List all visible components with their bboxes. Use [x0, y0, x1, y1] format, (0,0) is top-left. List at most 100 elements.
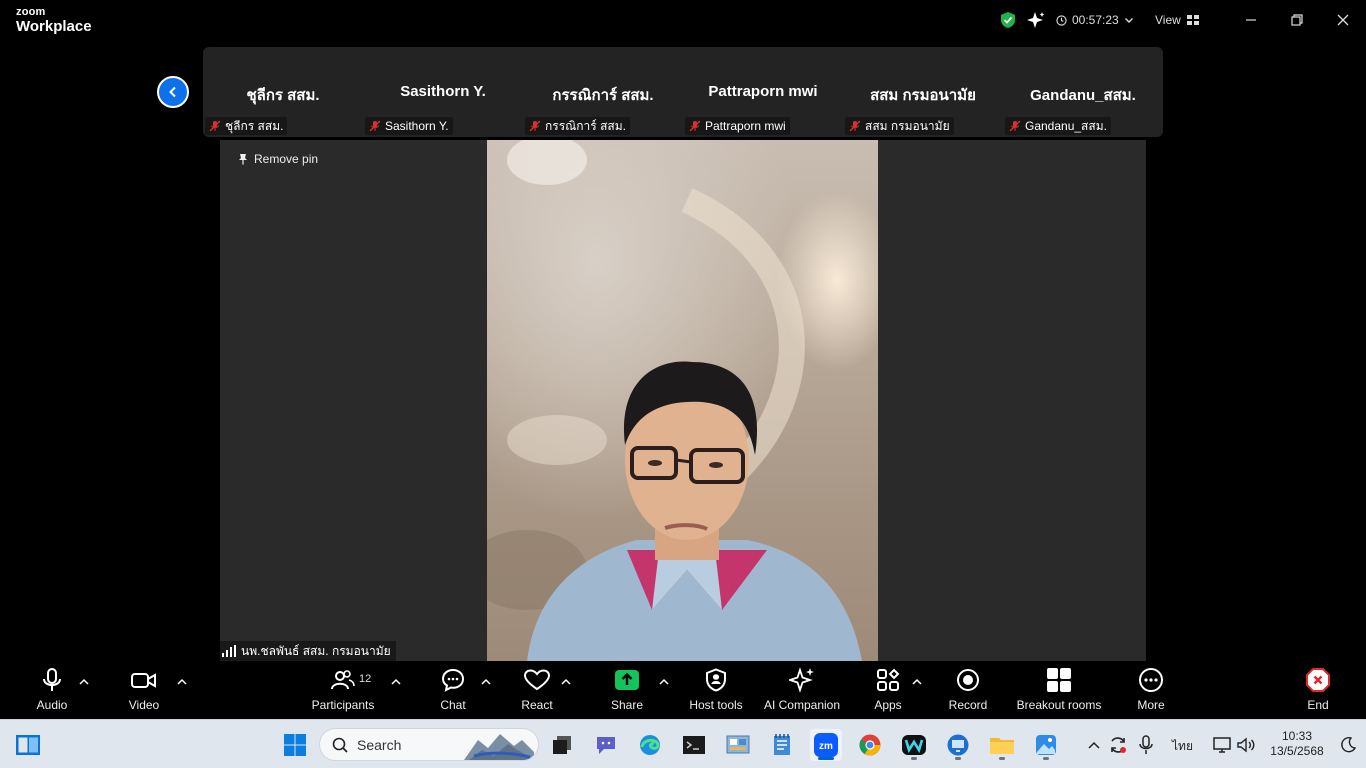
participants-count: 12: [359, 673, 372, 685]
react-options-caret[interactable]: [559, 675, 573, 689]
react-button[interactable]: React: [517, 661, 557, 719]
ai-companion-label: AI Companion: [763, 698, 841, 712]
participant-tile[interactable]: Pattraporn mwi Pattraporn mwi: [683, 47, 843, 137]
zoom-app-icon[interactable]: zm: [810, 729, 842, 761]
volume-icon[interactable]: [1230, 729, 1262, 761]
ai-sparkle-icon[interactable]: [1027, 0, 1045, 40]
react-label: React: [521, 698, 553, 712]
speaker-video-feed[interactable]: [487, 140, 878, 661]
audio-options-caret[interactable]: [77, 675, 91, 689]
close-window-button[interactable]: [1320, 0, 1366, 40]
edge-browser-icon[interactable]: [634, 729, 666, 761]
record-button[interactable]: Record: [948, 661, 988, 719]
tile-label-text: Sasithorn Y.: [385, 119, 449, 133]
remove-pin-button[interactable]: Remove pin: [238, 152, 318, 166]
close-icon: [1337, 14, 1349, 26]
chevron-up-icon: [912, 678, 922, 685]
pinned-video-stage: Remove pin นพ.ชลพันธ์ สสม. กรมอนามัย: [220, 140, 1146, 661]
gallery-back-button[interactable]: [157, 76, 189, 108]
tile-name-label: Gandanu_สสม.: [1005, 117, 1111, 135]
tile-display-name: กรรณิการ์ สสม.: [552, 87, 654, 104]
remote-running-indicator: [955, 757, 961, 760]
more-button[interactable]: More: [1131, 661, 1171, 719]
zoom-running-indicator: [818, 757, 834, 760]
view-button[interactable]: View: [1155, 0, 1199, 40]
clock-icon: [1056, 14, 1067, 26]
teams-chat-icon[interactable]: [590, 729, 622, 761]
audio-label: Audio: [36, 698, 68, 712]
terminal-icon[interactable]: [678, 729, 710, 761]
encryption-shield-icon[interactable]: [999, 0, 1017, 40]
task-view-icon[interactable]: [12, 729, 44, 761]
focus-moon-icon[interactable]: [1332, 729, 1364, 761]
participant-tile[interactable]: Sasithorn Y. Sasithorn Y.: [363, 47, 523, 137]
apps-label: Apps: [874, 698, 902, 712]
app-switcher-icon[interactable]: [546, 729, 578, 761]
participants-options-caret[interactable]: [389, 675, 403, 689]
meeting-toolbar: Audio Video Participants 12 Chat React S…: [0, 661, 1366, 719]
mic-muted-icon: [689, 120, 701, 132]
apps-options-caret[interactable]: [910, 675, 924, 689]
ai-companion-button[interactable]: AI Companion: [762, 661, 842, 719]
webex-running-indicator: [911, 757, 917, 760]
control-panel-icon[interactable]: [722, 729, 754, 761]
minimize-button[interactable]: [1228, 0, 1274, 40]
notepad-icon[interactable]: [766, 729, 798, 761]
meeting-timer[interactable]: 00:57:23: [1056, 0, 1134, 40]
pin-icon: [239, 154, 247, 165]
mic-muted-icon: [1009, 120, 1021, 132]
input-language[interactable]: ไทย: [1172, 737, 1193, 756]
chevron-up-icon: [79, 678, 89, 685]
photos-icon[interactable]: [1030, 729, 1062, 761]
apps-button[interactable]: Apps: [868, 661, 908, 719]
explorer-running-indicator: [999, 757, 1005, 760]
chat-bubble-icon: [441, 668, 465, 692]
zoom-logo: zoom Workplace: [16, 7, 92, 35]
host-tools-button[interactable]: Host tools: [686, 661, 746, 719]
participant-tile[interactable]: กรรณิการ์ สสม. กรรณิการ์ สสม.: [523, 47, 683, 137]
chevron-up-icon: [1088, 741, 1100, 749]
participant-tile[interactable]: Gandanu_สสม. Gandanu_สสม.: [1003, 47, 1163, 137]
mic-muted-icon: [209, 120, 221, 132]
audio-button[interactable]: Audio: [32, 661, 72, 719]
remote-desktop-icon[interactable]: [942, 729, 974, 761]
video-label: Video: [128, 698, 160, 712]
share-options-caret[interactable]: [657, 675, 671, 689]
chevron-up-icon: [177, 678, 187, 685]
view-label: View: [1155, 13, 1181, 27]
signal-strength-icon: [222, 645, 236, 657]
participant-tile[interactable]: สสม กรมอนามัย สสม กรมอนามัย: [843, 47, 1003, 137]
tile-label-text: Pattraporn mwi: [705, 119, 786, 133]
speaker-name: นพ.ชลพันธ์ สสม. กรมอนามัย: [241, 643, 391, 658]
microphone-in-use-icon[interactable]: [1130, 729, 1162, 761]
apps-icon: [877, 668, 900, 691]
participants-button[interactable]: Participants: [308, 661, 378, 719]
video-button[interactable]: Video: [124, 661, 164, 719]
search-placeholder: Search: [357, 736, 402, 753]
chevron-down-icon: [1124, 18, 1133, 23]
webex-icon[interactable]: [898, 729, 930, 761]
video-options-caret[interactable]: [175, 675, 189, 689]
taskbar-search-box[interactable]: Search: [319, 728, 539, 761]
tile-label-text: กรรณิการ์ สสม.: [545, 118, 626, 133]
chrome-browser-icon[interactable]: [854, 729, 886, 761]
restore-button[interactable]: [1274, 0, 1320, 40]
tile-display-name: ชุลีกร สสม.: [246, 87, 320, 104]
restore-icon: [1291, 14, 1303, 26]
participants-label: Participants: [311, 698, 375, 712]
clock-time: 10:33: [1281, 729, 1313, 743]
end-meeting-button[interactable]: End: [1298, 661, 1338, 719]
taskbar-clock[interactable]: 10:33 13/5/2568: [1262, 729, 1332, 759]
speaker-name-tag: นพ.ชลพันธ์ สสม. กรมอนามัย: [220, 641, 396, 661]
tile-label-text: Gandanu_สสม.: [1025, 118, 1107, 133]
chat-options-caret[interactable]: [479, 675, 493, 689]
chat-button[interactable]: Chat: [433, 661, 473, 719]
file-explorer-icon[interactable]: [986, 729, 1018, 761]
windows-start-icon[interactable]: [279, 729, 311, 761]
share-screen-button[interactable]: Share: [607, 661, 647, 719]
breakout-rooms-icon: [1047, 668, 1071, 692]
breakout-rooms-button[interactable]: Breakout rooms: [1014, 661, 1104, 719]
shield-icon: [706, 668, 726, 692]
participant-tile[interactable]: ชุลีกร สสม. ชุลีกร สสม.: [203, 47, 363, 137]
chat-label: Chat: [440, 698, 466, 712]
